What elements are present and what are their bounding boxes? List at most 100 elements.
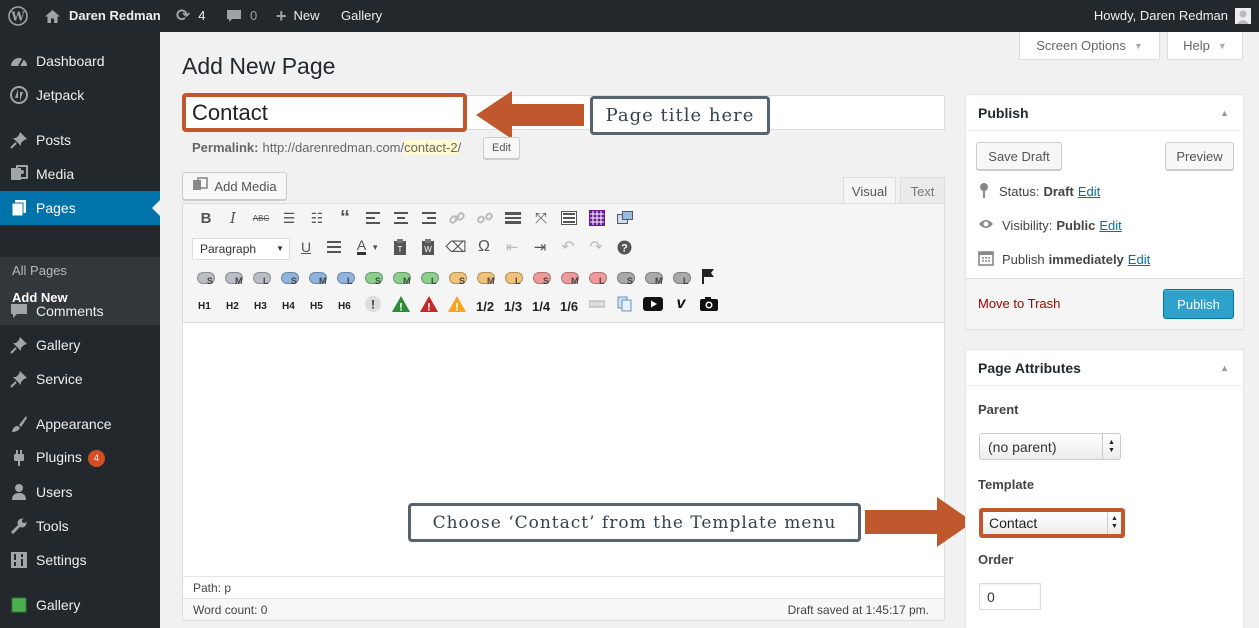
clear-formatting-icon[interactable]: ⌫ [445, 236, 467, 258]
error-warning-icon[interactable]: ! [418, 293, 440, 315]
title-input[interactable]: Contact [182, 93, 467, 132]
text-color-icon[interactable]: A ▼ [351, 236, 385, 258]
sidebar-item-label: Media [36, 166, 75, 182]
sidebar-item-service[interactable]: Service [0, 362, 160, 396]
sidebar-item-tools[interactable]: Tools [0, 509, 160, 543]
my-account-link[interactable]: Howdy, Daren Redman [1094, 0, 1251, 32]
redo-icon[interactable]: ↷ [585, 236, 607, 258]
justify-icon[interactable] [323, 236, 345, 258]
table-grid-icon[interactable] [586, 207, 608, 229]
collapse-arrow-icon[interactable]: ▲ [1220, 363, 1229, 373]
strikethrough-icon[interactable]: ABC [250, 207, 272, 229]
paste-text-icon[interactable]: T [389, 236, 411, 258]
parent-select[interactable]: (no parent) ▲ ▼ [979, 433, 1121, 460]
sidebar-item-gallery-2[interactable]: Gallery [0, 588, 160, 622]
publish-box-header[interactable]: Publish ▲ [966, 95, 1243, 131]
read-more-icon[interactable] [502, 207, 524, 229]
insert-media-icon[interactable] [614, 207, 636, 229]
status-edit-link[interactable]: Edit [1078, 184, 1100, 199]
permalink-edit-button[interactable]: Edit [483, 137, 520, 159]
divider-icon[interactable] [586, 293, 608, 315]
sidebar-item-comments[interactable]: Comments [0, 294, 160, 328]
publish-button[interactable]: Publish [1163, 289, 1234, 319]
camera-icon[interactable] [698, 293, 720, 315]
flag-icon[interactable] [697, 265, 719, 287]
sidebar-item-dashboard[interactable]: Dashboard [0, 44, 160, 78]
paste-word-icon[interactable]: W [417, 236, 439, 258]
column-1-4-button[interactable]: 1/4 [532, 299, 550, 314]
success-warning-icon[interactable]: ! [390, 293, 412, 315]
site-name-link[interactable]: Daren Redman [44, 0, 161, 32]
sidebar-item-pages[interactable]: Pages [0, 191, 160, 225]
order-input[interactable]: 0 [979, 583, 1041, 610]
publish-box-title: Publish [978, 104, 1029, 121]
unlink-icon[interactable] [474, 207, 496, 229]
sidebar-item-plugins[interactable]: Plugins 4 [0, 441, 160, 475]
heading-3-button[interactable]: H3 [254, 301, 267, 312]
help-tab[interactable]: Help ▼ [1167, 32, 1243, 60]
admin-bar-gallery-link[interactable]: Gallery [341, 0, 382, 32]
undo-icon[interactable]: ↶ [557, 236, 579, 258]
save-draft-button[interactable]: Save Draft [976, 142, 1062, 170]
sidebar-item-settings[interactable]: Settings [0, 543, 160, 577]
page-attributes-header[interactable]: Page Attributes ▲ [966, 350, 1243, 386]
special-character-icon[interactable]: Ω [473, 236, 495, 258]
shortcode-pill-letter: L [599, 276, 605, 286]
blockquote-icon[interactable]: “ [334, 207, 356, 229]
heading-2-button[interactable]: H2 [226, 301, 239, 312]
schedule-edit-link[interactable]: Edit [1128, 252, 1150, 267]
bold-icon[interactable]: B [195, 207, 217, 229]
align-center-icon[interactable] [390, 207, 412, 229]
heading-5-button[interactable]: H5 [310, 301, 323, 312]
permalink-slug[interactable]: contact-2 [404, 140, 458, 155]
wordpress-logo-icon[interactable]: W [8, 0, 28, 32]
format-select[interactable]: Paragraph ▼ [192, 238, 290, 260]
caution-warning-icon[interactable]: ! [446, 293, 468, 315]
toolbar-row-2: Paragraph ▼ U A ▼ T W ⌫ Ω ⇤ ⇥ ↶ ↷ ? [184, 236, 944, 264]
link-icon[interactable] [446, 207, 468, 229]
youtube-icon[interactable] [642, 293, 664, 315]
comments-link[interactable]: 0 [226, 0, 257, 32]
fullscreen-icon[interactable]: ⤧ [530, 207, 552, 229]
tab-text[interactable]: Text [900, 177, 945, 204]
sidebar-item-gallery[interactable]: Gallery [0, 328, 160, 362]
sidebar-item-users[interactable]: Users [0, 475, 160, 509]
add-media-button[interactable]: Add Media [182, 172, 287, 200]
svg-text:?: ? [621, 242, 628, 254]
toolbar-toggle-icon[interactable] [558, 207, 580, 229]
submenu-all-pages[interactable]: All Pages [12, 263, 67, 278]
sidebar-item-posts[interactable]: Posts [0, 123, 160, 157]
column-1-2-button[interactable]: 1/2 [476, 299, 494, 314]
heading-1-button[interactable]: H1 [198, 301, 211, 312]
collapse-arrow-icon[interactable]: ▲ [1220, 108, 1229, 118]
bullet-list-icon[interactable]: ☰ [278, 207, 300, 229]
column-1-3-button[interactable]: 1/3 [504, 299, 522, 314]
sidebar-item-appearance[interactable]: Appearance [0, 407, 160, 441]
help-icon[interactable]: ? [613, 236, 635, 258]
column-1-6-button[interactable]: 1/6 [560, 299, 578, 314]
preview-button[interactable]: Preview [1165, 142, 1234, 170]
notice-icon[interactable]: ! [362, 293, 384, 315]
template-select[interactable]: Contact ▲ ▼ [979, 508, 1125, 538]
updates-link[interactable]: ⟳ 4 [176, 0, 205, 32]
align-right-icon[interactable] [418, 207, 440, 229]
new-content-link[interactable]: + New [276, 0, 320, 32]
copy-icon[interactable] [614, 293, 636, 315]
shortcode-pill-letter: L [515, 276, 521, 286]
italic-icon[interactable]: I [222, 207, 244, 229]
underline-icon[interactable]: U [295, 236, 317, 258]
heading-4-button[interactable]: H4 [282, 301, 295, 312]
move-to-trash-link[interactable]: Move to Trash [978, 296, 1060, 311]
indent-icon[interactable]: ⇥ [529, 236, 551, 258]
heading-6-button[interactable]: H6 [338, 301, 351, 312]
sidebar-item-media[interactable]: Media [0, 157, 160, 191]
numbered-list-icon[interactable]: ☷ [306, 207, 328, 229]
visibility-edit-link[interactable]: Edit [1099, 218, 1121, 233]
sidebar-item-jetpack[interactable]: Jetpack [0, 78, 160, 112]
outdent-icon[interactable]: ⇤ [501, 236, 523, 258]
pushpin-icon [10, 336, 28, 354]
screen-options-tab[interactable]: Screen Options ▼ [1019, 32, 1160, 60]
vimeo-icon[interactable]: v [670, 293, 692, 315]
align-left-icon[interactable] [362, 207, 384, 229]
tab-visual[interactable]: Visual [843, 177, 896, 204]
